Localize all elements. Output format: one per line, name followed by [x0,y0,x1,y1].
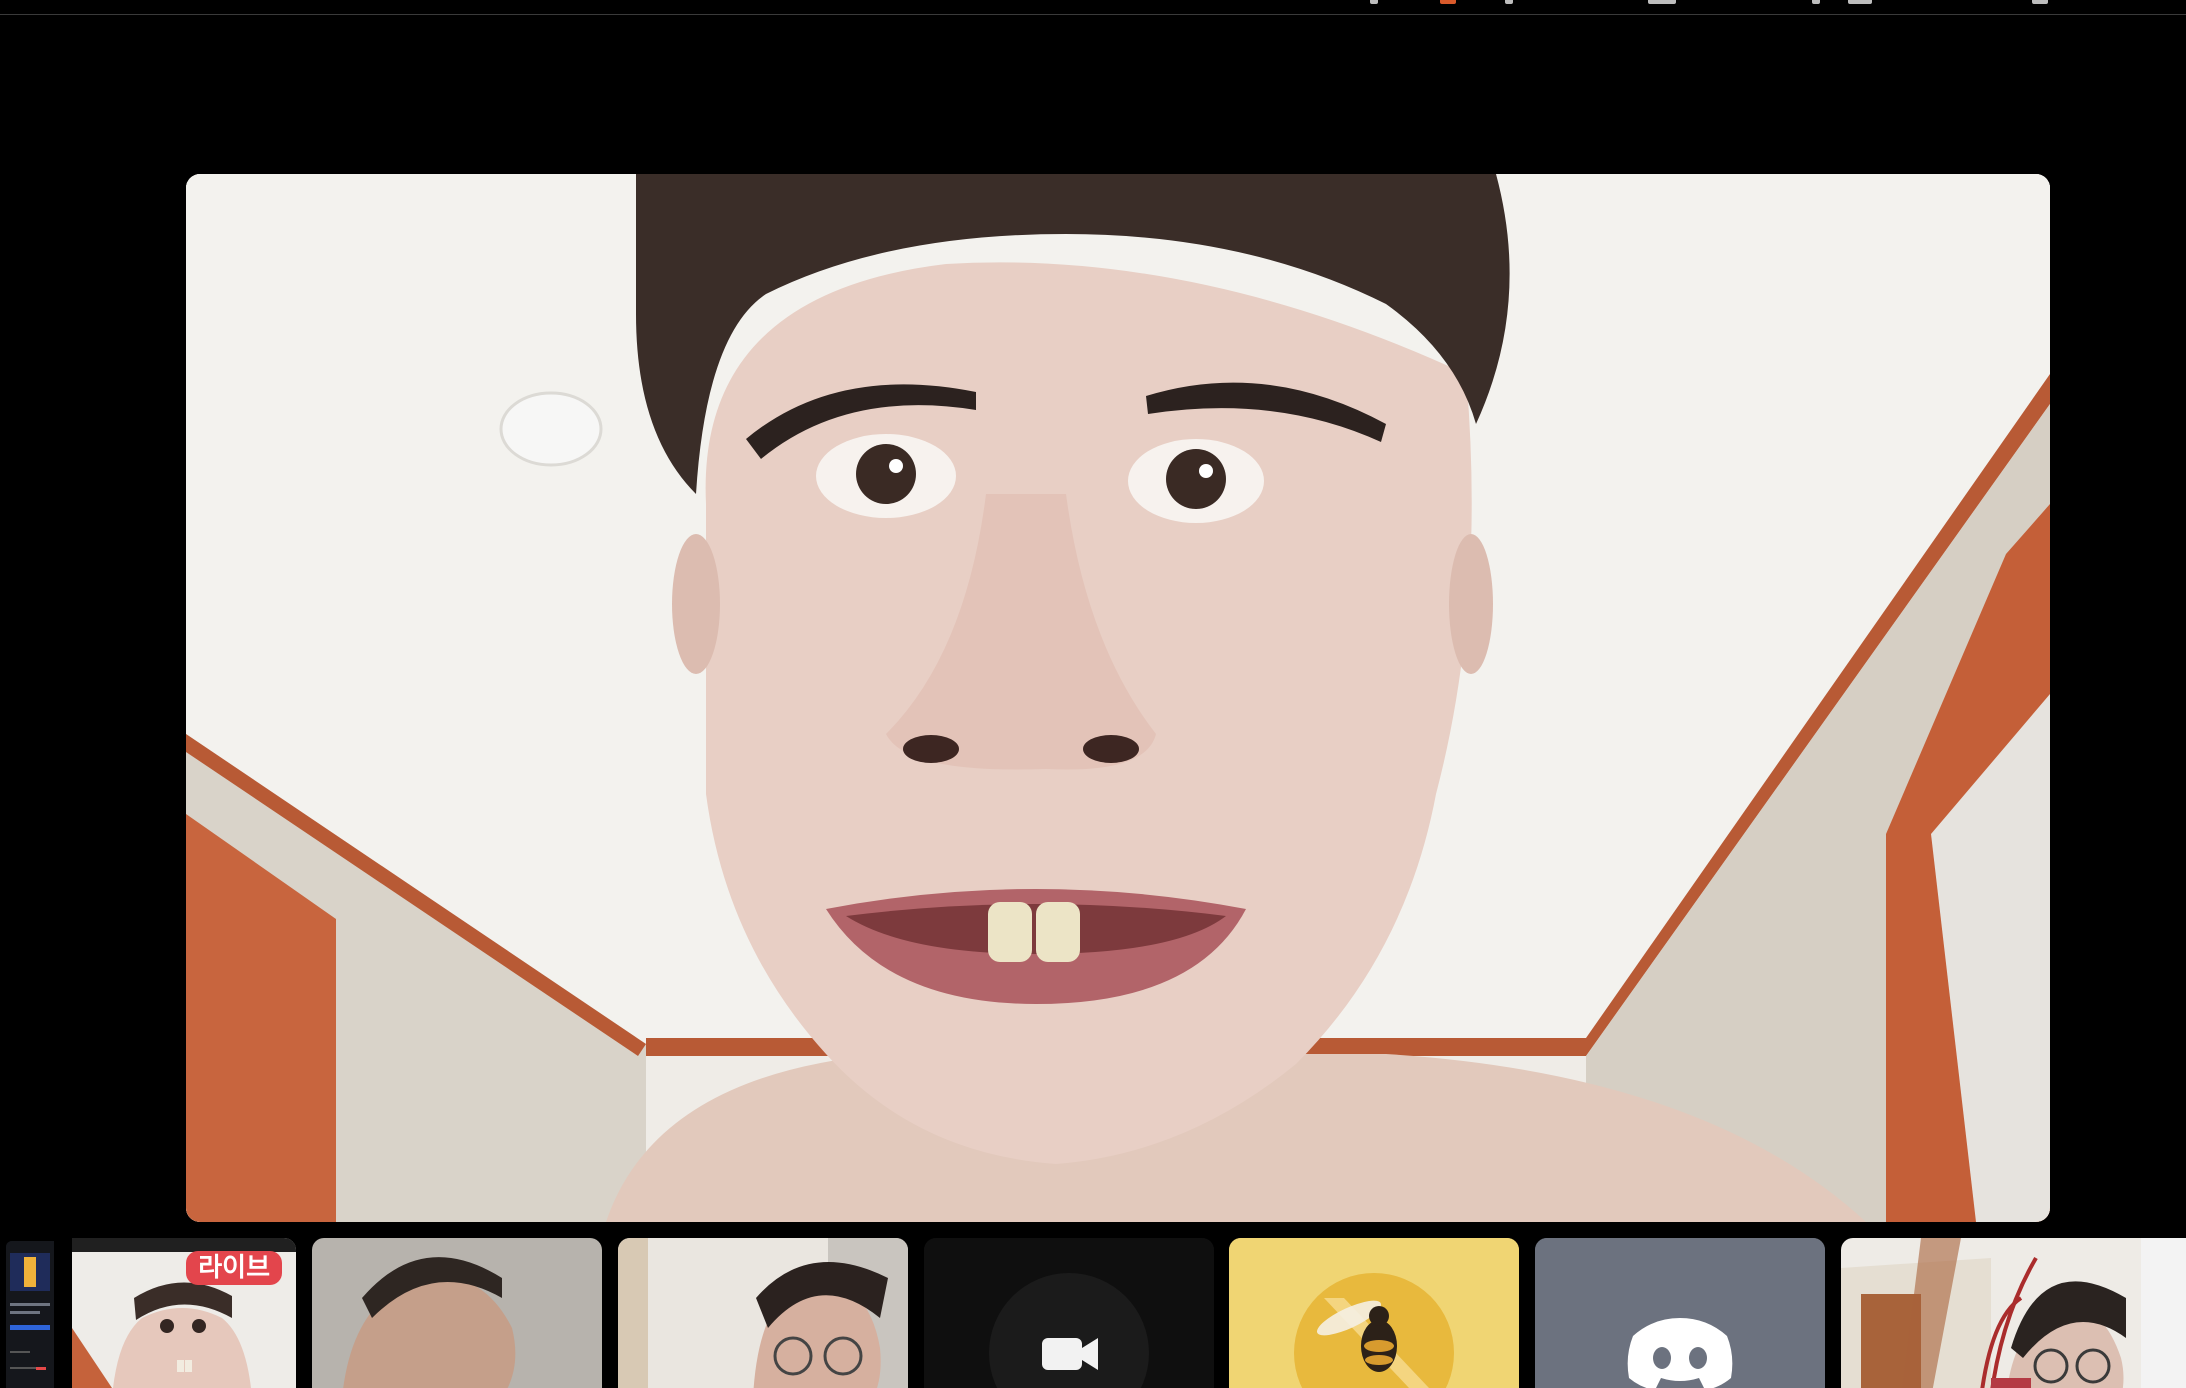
participant-tile-camera-off[interactable] [924,1238,1214,1388]
menu-bar-item[interactable] [1812,0,1820,4]
menu-bar-item[interactable] [2032,0,2048,4]
main-video-stream[interactable] [186,174,2050,1222]
participant-video [312,1238,602,1388]
top-menu-bar [0,0,2186,15]
participant-avatar [1229,1238,1519,1388]
participant-tile-bee[interactable] [1229,1238,1519,1388]
participant-video [618,1238,908,1388]
screen-share-preview [6,1241,54,1388]
video-call-window: 라이브 [0,0,2186,1388]
participant-tile-7[interactable] [1841,1238,2186,1388]
screen-share-thumbnail[interactable] [6,1241,54,1388]
participant-tile-discord[interactable] [1535,1238,1825,1388]
participant-tile-2[interactable] [312,1238,602,1388]
participant-tile-3[interactable] [618,1238,908,1388]
participant-strip: 라이브 [0,1238,2186,1388]
main-video-frame [186,174,2050,1222]
menu-bar-item[interactable] [1440,0,1456,4]
discord-logo-icon [1535,1238,1825,1388]
menu-bar-item[interactable] [1648,0,1676,4]
menu-bar-item[interactable] [1505,0,1513,4]
menu-bar-item[interactable] [1370,0,1378,4]
live-badge: 라이브 [186,1251,282,1285]
participant-tile-self[interactable]: 라이브 [72,1238,296,1388]
participant-video [1841,1238,2186,1388]
menu-bar-item[interactable] [1848,0,1872,4]
participant-avatar [924,1238,1214,1388]
